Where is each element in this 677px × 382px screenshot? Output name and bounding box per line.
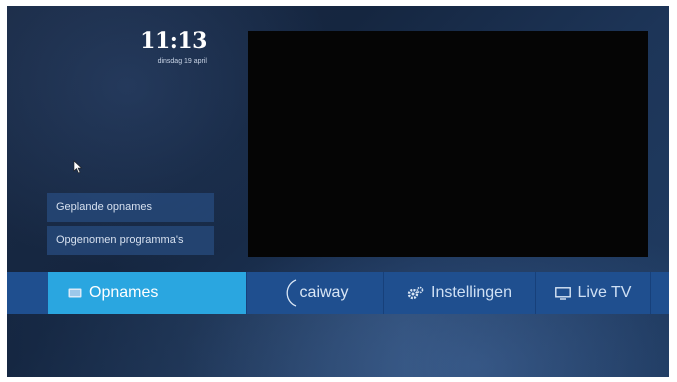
nav-item-live-tv[interactable]: Live TV	[536, 272, 651, 314]
bottom-strip	[7, 314, 669, 377]
main-navbar: Opnames caiway Instellingen Live TV	[7, 272, 669, 314]
mouse-pointer-icon	[73, 160, 83, 174]
nav-item-label: Opnames	[89, 284, 159, 301]
tv-icon	[554, 286, 571, 300]
caiway-logo	[282, 278, 298, 308]
nav-item-caiway[interactable]: caiway	[247, 272, 384, 314]
nav-item-label: Live TV	[577, 284, 632, 301]
submenu-item-scheduled-recordings[interactable]: Geplande opnames	[47, 193, 214, 222]
tv-screen: 11:13 dinsdag 19 april Geplande opnames …	[7, 6, 669, 377]
recordings-submenu: Geplande opnames Opgenomen programma's	[47, 193, 214, 259]
nav-item-instellingen[interactable]: Instellingen	[384, 272, 536, 314]
nav-item-opnames[interactable]: Opnames	[48, 272, 247, 314]
nav-item-label: Instellingen	[431, 284, 512, 301]
submenu-item-label: Geplande opnames	[56, 201, 153, 213]
recording-icon	[68, 288, 82, 298]
clock-time: 11:13	[140, 28, 207, 54]
clock-date: dinsdag 19 april	[157, 58, 207, 65]
gear-icon	[407, 286, 424, 300]
video-preview[interactable]	[248, 31, 648, 257]
submenu-item-recorded-programs[interactable]: Opgenomen programma's	[47, 226, 214, 255]
submenu-item-label: Opgenomen programma's	[56, 234, 184, 246]
nav-item-label: caiway	[299, 284, 349, 301]
